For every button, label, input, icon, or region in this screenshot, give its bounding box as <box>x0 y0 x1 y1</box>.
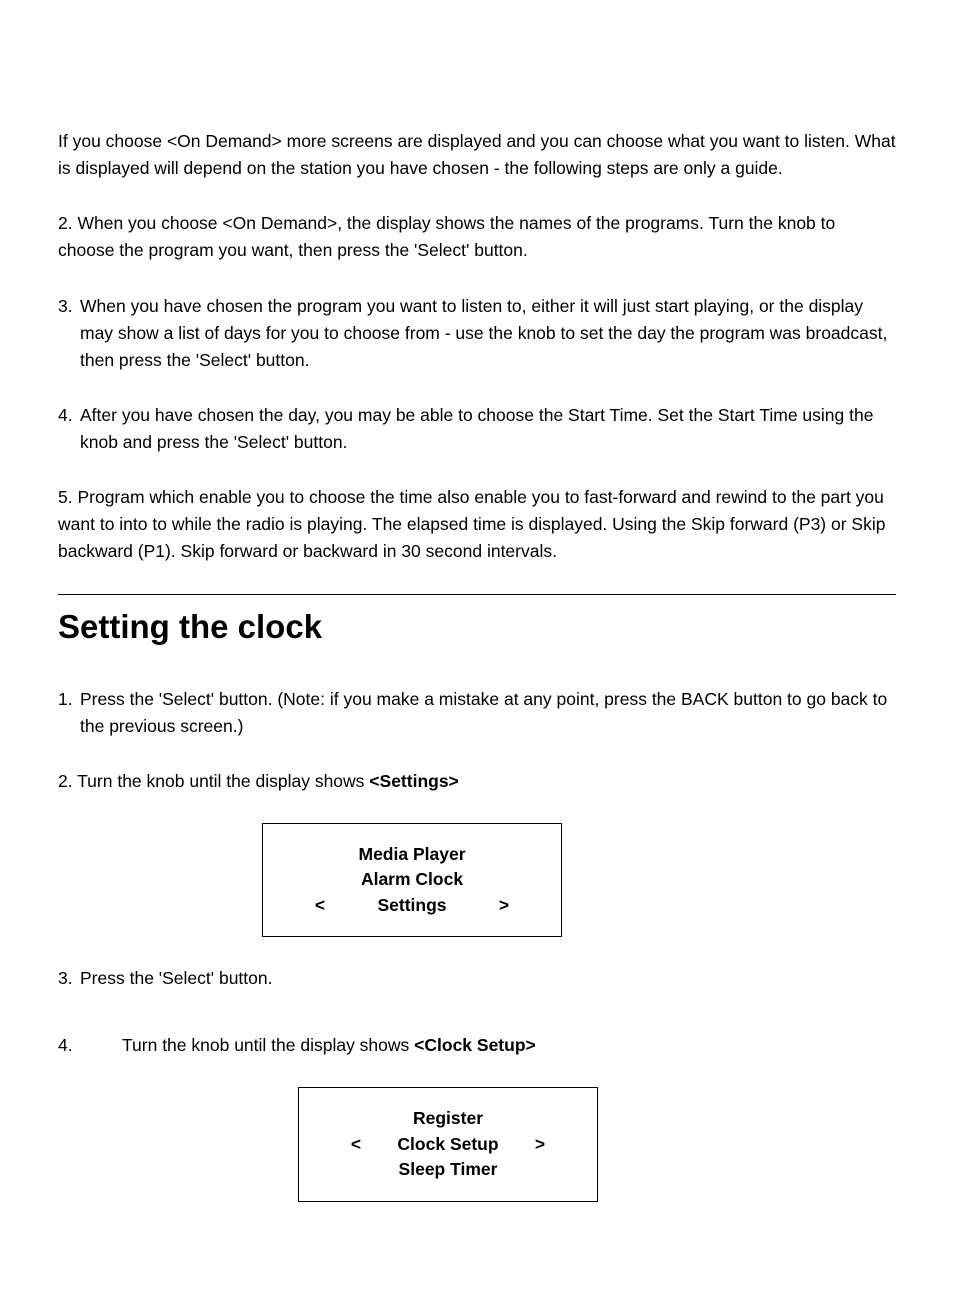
step-text: When you have chosen the program you wan… <box>80 293 896 374</box>
clock-step-1: 1. Press the 'Select' button. (Note: if … <box>58 686 896 740</box>
intro-step-3: 3. When you have chosen the program you … <box>58 293 896 374</box>
intro-step-2: 2. When you choose <On Demand>, the disp… <box>58 210 896 264</box>
display-line-1: Media Player <box>342 842 482 867</box>
step-number: 3. <box>58 965 80 992</box>
step-number: 1. <box>58 686 80 740</box>
left-arrow-icon: < <box>334 1132 378 1157</box>
step-text: Press the 'Select' button. (Note: if you… <box>80 686 896 740</box>
intro-step-5: 5. Program which enable you to choose th… <box>58 484 896 565</box>
inline-bold-clock-setup: <Clock Setup> <box>414 1035 536 1055</box>
right-arrow-icon: > <box>482 893 526 918</box>
step-text: Press the 'Select' button. <box>80 965 272 992</box>
step-text: Turn the knob until the display shows <C… <box>122 1032 536 1059</box>
step-text: 2. Turn the knob until the display shows <box>58 771 369 791</box>
display-line-3-selected: Settings <box>342 893 482 918</box>
display-line-3: Sleep Timer <box>378 1157 518 1182</box>
section-divider <box>58 594 896 595</box>
step-number: 3. <box>58 293 80 374</box>
clock-step-4: 4. Turn the knob until the display shows… <box>58 1032 896 1059</box>
step-number: 4. <box>58 402 80 456</box>
clock-step-3: 3. Press the 'Select' button. <box>58 965 896 992</box>
display-line-1: Register <box>378 1106 518 1131</box>
section-heading-setting-clock: Setting the clock <box>58 601 896 652</box>
intro-paragraph-1: If you choose <On Demand> more screens a… <box>58 128 896 182</box>
step-text: After you have chosen the day, you may b… <box>80 402 896 456</box>
display-line-2: Alarm Clock <box>342 867 482 892</box>
left-arrow-icon: < <box>298 893 342 918</box>
lcd-display-settings: Media Player Alarm Clock < Settings > <box>262 823 562 937</box>
right-arrow-icon: > <box>518 1132 562 1157</box>
clock-step-2: 2. Turn the knob until the display shows… <box>58 768 896 795</box>
inline-bold-settings: <Settings> <box>369 771 458 791</box>
step-number: 4. <box>58 1032 122 1059</box>
lcd-display-clock-setup: Register < Clock Setup > Sleep Timer <box>298 1087 598 1201</box>
intro-step-4: 4. After you have chosen the day, you ma… <box>58 402 896 456</box>
display-line-2-selected: Clock Setup <box>378 1132 518 1157</box>
